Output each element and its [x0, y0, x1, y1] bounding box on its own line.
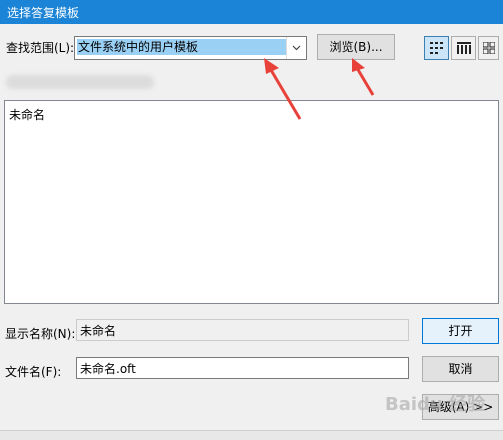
grid-view-icon: [482, 42, 495, 54]
template-list[interactable]: 未命名: [4, 100, 499, 304]
file-name-field[interactable]: 未命名.oft: [76, 357, 409, 379]
grid-view-button[interactable]: [478, 36, 499, 60]
browse-button[interactable]: 浏览(B)...: [317, 34, 395, 60]
lookin-label: 查找范围(L):: [6, 41, 75, 55]
details-view-button[interactable]: [451, 36, 476, 60]
title-bar[interactable]: 选择答复模板: [0, 0, 503, 24]
dialog-window: 选择答复模板 查找范围(L): 文件系统中的用户模板 浏览(B)... 未命名: [0, 0, 503, 440]
open-button[interactable]: 打开: [422, 318, 499, 344]
window-title: 选择答复模板: [7, 6, 80, 20]
path-bar: [6, 75, 154, 89]
list-view-button[interactable]: [424, 36, 449, 60]
list-item[interactable]: 未命名: [9, 106, 45, 123]
file-name-label: 文件名(F):: [5, 365, 62, 379]
cancel-button[interactable]: 取消: [422, 356, 499, 382]
display-name-field: 未命名: [76, 319, 409, 341]
display-name-label: 显示名称(N):: [5, 327, 76, 341]
lookin-value: 文件系统中的用户模板: [77, 39, 286, 55]
lookin-select[interactable]: 文件系统中的用户模板: [74, 36, 307, 60]
details-view-icon: [456, 42, 471, 54]
list-view-icon: [429, 42, 443, 54]
watermark: Baidu 经验: [385, 394, 486, 415]
chevron-down-icon[interactable]: [286, 37, 306, 59]
